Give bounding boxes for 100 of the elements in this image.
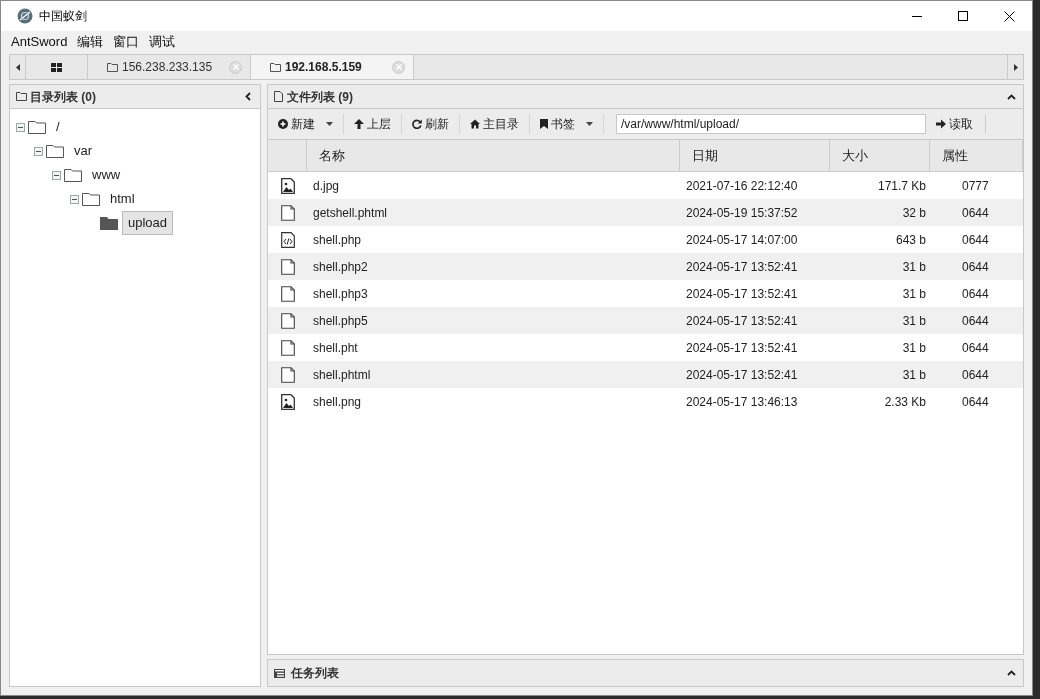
collapse-icon[interactable] bbox=[70, 194, 79, 204]
file-icon bbox=[280, 204, 295, 221]
column-header[interactable]: 大小 bbox=[830, 140, 930, 171]
panel-title: 文件列表 (9) bbox=[287, 88, 353, 106]
date-cell-text: 2021-07-16 22:12:40 bbox=[685, 177, 799, 195]
connection-tab[interactable]: 192.168.5.159 bbox=[251, 55, 414, 79]
menu-item[interactable]: 调试 bbox=[145, 32, 180, 52]
home-icon bbox=[470, 119, 480, 129]
size-cell-text: 643 b bbox=[894, 231, 927, 249]
plus-circle-icon bbox=[278, 119, 288, 129]
date-cell-text: 2024-05-19 15:37:52 bbox=[685, 204, 799, 222]
file-icon bbox=[280, 312, 295, 329]
permission-cell-text: 0644 bbox=[961, 393, 990, 411]
date-cell-text: 2024-05-17 14:07:00 bbox=[685, 231, 799, 249]
chevron-up-icon bbox=[1006, 670, 1016, 676]
date-cell-text: 2024-05-17 13:52:41 bbox=[685, 312, 799, 330]
tree-item[interactable]: / bbox=[50, 115, 66, 139]
image-file-icon bbox=[280, 393, 295, 410]
permission-cell-text: 0644 bbox=[961, 231, 990, 249]
collapse-icon[interactable] bbox=[34, 146, 43, 156]
menu-item[interactable]: 编辑 bbox=[73, 32, 108, 52]
path-field[interactable]: /var/www/html/upload/ bbox=[616, 114, 926, 134]
caret-down-icon bbox=[586, 122, 593, 126]
arrow-up-icon bbox=[354, 119, 364, 129]
permission-cell-text: 0644 bbox=[961, 204, 990, 222]
file-name-cell[interactable]: d.jpg bbox=[307, 176, 680, 195]
file-name-cell[interactable]: shell.png bbox=[307, 392, 680, 411]
file-name-cell[interactable]: shell.phtml bbox=[307, 365, 680, 384]
tree-item[interactable]: www bbox=[86, 163, 127, 187]
size-cell-text: 2.33 Kb bbox=[883, 393, 927, 411]
file-name-cell[interactable]: shell.php3 bbox=[307, 284, 680, 303]
caret-right-icon bbox=[1013, 63, 1018, 71]
toolbar-button[interactable]: 主目录 bbox=[460, 114, 530, 134]
date-cell-text: 2024-05-17 13:52:41 bbox=[685, 339, 799, 357]
window-title: 中国蚁剑 bbox=[39, 8, 87, 25]
caret-down-icon bbox=[326, 122, 333, 126]
size-cell-text: 31 b bbox=[901, 339, 927, 357]
collapse-icon[interactable] bbox=[52, 170, 61, 180]
collapse-button[interactable] bbox=[242, 90, 254, 103]
tree-item[interactable]: upload bbox=[122, 211, 174, 235]
permission-cell-text: 0644 bbox=[961, 339, 990, 357]
file-icon bbox=[280, 258, 295, 275]
panel-title: 任务列表 bbox=[291, 665, 339, 682]
grid-icon bbox=[51, 62, 62, 72]
size-cell-text: 171.7 Kb bbox=[876, 177, 927, 195]
toolbar-button[interactable]: 新建 bbox=[278, 114, 344, 134]
permission-cell-text: 0644 bbox=[961, 312, 990, 330]
column-header[interactable]: 日期 bbox=[680, 140, 830, 171]
folder-icon bbox=[100, 216, 118, 230]
permission-cell-text: 0777 bbox=[961, 177, 990, 195]
folder-icon bbox=[270, 62, 281, 72]
column-header[interactable]: 属性 bbox=[930, 140, 1023, 171]
file-icon bbox=[280, 285, 295, 302]
list-icon bbox=[274, 668, 285, 678]
arrow-right-icon bbox=[936, 119, 946, 129]
size-cell-text: 31 b bbox=[901, 285, 927, 303]
refresh-icon bbox=[412, 119, 422, 129]
folder-icon bbox=[28, 120, 46, 134]
read-button[interactable]: 读取 bbox=[936, 115, 986, 133]
maximize-icon bbox=[958, 11, 968, 21]
file-icon bbox=[280, 339, 295, 356]
permission-cell-text: 0644 bbox=[961, 285, 990, 303]
file-name-cell[interactable]: getshell.phtml bbox=[307, 203, 680, 222]
date-cell-text: 2024-05-17 13:52:41 bbox=[685, 366, 799, 384]
tree-item[interactable]: var bbox=[68, 139, 99, 163]
minimize-icon bbox=[912, 15, 922, 17]
collapse-icon[interactable] bbox=[16, 122, 25, 132]
folder-icon bbox=[64, 168, 82, 182]
menu-item[interactable]: 窗口 bbox=[109, 32, 144, 52]
permission-cell-text: 0644 bbox=[961, 366, 990, 384]
size-cell-text: 31 b bbox=[901, 366, 927, 384]
folder-icon bbox=[16, 92, 27, 101]
tree-item[interactable]: html bbox=[104, 187, 141, 211]
column-header[interactable]: 名称 bbox=[307, 140, 680, 171]
chevron-left-icon bbox=[245, 92, 251, 101]
toolbar-button[interactable]: 书签 bbox=[530, 114, 604, 134]
file-icon bbox=[280, 366, 295, 383]
file-icon bbox=[274, 91, 283, 102]
size-cell-text: 31 b bbox=[901, 312, 927, 330]
file-name-cell[interactable]: shell.php bbox=[307, 230, 680, 249]
size-cell-text: 32 b bbox=[901, 204, 927, 222]
app-logo-icon bbox=[17, 8, 33, 24]
close-icon bbox=[1003, 10, 1015, 22]
date-cell-text: 2024-05-17 13:52:41 bbox=[685, 258, 799, 276]
menu-item[interactable]: AntSword bbox=[7, 32, 72, 52]
toolbar-button[interactable]: 上层 bbox=[344, 114, 402, 134]
caret-left-icon bbox=[15, 63, 20, 71]
code-file-icon bbox=[280, 231, 295, 248]
folder-icon bbox=[82, 192, 100, 206]
file-name-cell[interactable]: shell.pht bbox=[307, 338, 680, 357]
file-name-cell[interactable]: shell.php5 bbox=[307, 311, 680, 330]
folder-icon bbox=[46, 144, 64, 158]
toolbar-button[interactable]: 刷新 bbox=[402, 114, 460, 134]
size-cell-text: 31 b bbox=[901, 258, 927, 276]
file-name-cell[interactable]: shell.php2 bbox=[307, 257, 680, 276]
folder-icon bbox=[107, 62, 118, 72]
panel-title: 目录列表 (0) bbox=[30, 88, 96, 106]
bookmark-icon bbox=[540, 119, 548, 129]
chevron-up-icon bbox=[1006, 93, 1016, 100]
permission-cell-text: 0644 bbox=[961, 258, 990, 276]
